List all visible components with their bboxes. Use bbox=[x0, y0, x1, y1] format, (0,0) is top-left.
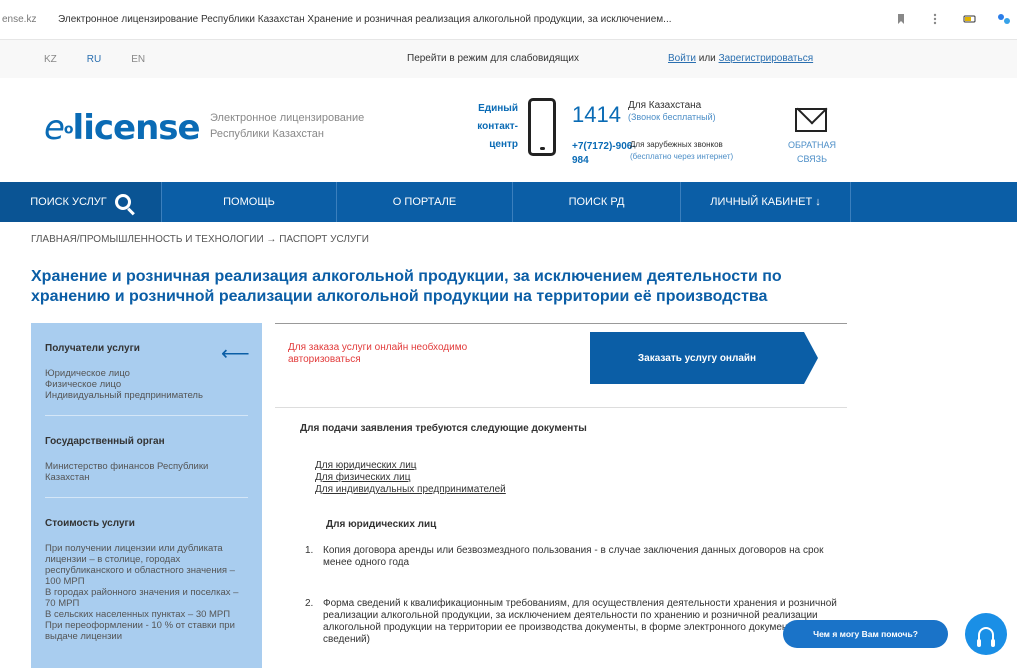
auth-links: Войти или Зарегистрироваться bbox=[668, 53, 813, 64]
cost-text: При получении лицензии или дубликата лиц… bbox=[45, 543, 239, 642]
help-chat-bubble[interactable]: Чем я могу Вам помочь? bbox=[783, 620, 948, 648]
lang-kz[interactable]: KZ bbox=[44, 54, 57, 65]
browser-icons bbox=[895, 12, 1010, 25]
cost-title: Стоимость услуги bbox=[45, 518, 135, 529]
requirement-text: Форма сведений к квалификационным требов… bbox=[323, 598, 837, 645]
main-nav: ПОИСК УСЛУГ ПОМОЩЬ О ПОРТАЛЕ ПОИСК РД ЛИ… bbox=[0, 182, 1017, 222]
requirement-item: 1. Копия договора аренды или безвозмездн… bbox=[305, 545, 850, 569]
requirement-num: 1. bbox=[305, 545, 314, 556]
register-link[interactable]: Зарегистрироваться bbox=[719, 53, 814, 64]
bookmark-icon[interactable] bbox=[895, 12, 907, 24]
nav-search-services[interactable]: ПОИСК УСЛУГ bbox=[0, 182, 162, 222]
browser-tab-bar: ense.kz Электронное лицензирование Респу… bbox=[0, 0, 1017, 40]
nav-cabinet[interactable]: ЛИЧНЫЙ КАБИНЕТ ↓ bbox=[681, 182, 851, 222]
phone-intl-label: Для зарубежных звонков bbox=[630, 140, 723, 149]
feedback-link[interactable]: ОБРАТНАЯ СВЯЗЬ bbox=[786, 138, 838, 166]
help-chat-button[interactable] bbox=[965, 613, 1007, 655]
tab-title[interactable]: Электронное лицензирование Республики Ка… bbox=[58, 14, 838, 25]
recipients-block: Получатели услуги Юридическое лицо Физич… bbox=[45, 323, 248, 416]
or-text: или bbox=[698, 53, 716, 64]
mail-icon[interactable] bbox=[795, 108, 827, 132]
requirement-num: 2. bbox=[305, 598, 314, 609]
top-utility-row: KZ RU EN Перейти в режим для слабовидящи… bbox=[0, 40, 1017, 78]
agency-title: Государственный орган bbox=[45, 436, 165, 447]
divider bbox=[275, 407, 847, 408]
phone-intl-number[interactable]: +7(7172)-906-984 bbox=[572, 140, 636, 168]
doc-link-legal[interactable]: Для юридических лиц bbox=[315, 460, 506, 472]
url-host[interactable]: ense.kz bbox=[2, 14, 58, 25]
menu-dots-icon[interactable] bbox=[929, 12, 941, 25]
battery-icon[interactable] bbox=[963, 12, 976, 24]
auth-required-note: Для заказа услуги онлайн необходимо авто… bbox=[288, 342, 468, 365]
cost-block: Стоимость услуги При получении лицензии … bbox=[45, 498, 248, 656]
recipients-text: Юридическое лицо Физическое лицо Индивид… bbox=[45, 368, 203, 401]
phone-icon bbox=[528, 98, 556, 156]
contact-center-label: Единый контакт-центр bbox=[477, 103, 518, 150]
lang-ru[interactable]: RU bbox=[87, 54, 101, 65]
nav-search-rd[interactable]: ПОИСК РД bbox=[513, 182, 681, 222]
extension-icon[interactable] bbox=[997, 12, 1010, 24]
recipients-title: Получатели услуги bbox=[45, 343, 140, 354]
arrow-left-icon[interactable]: ⟵ bbox=[221, 341, 250, 366]
docs-title: Для подачи заявления требуются следующие… bbox=[300, 423, 587, 434]
phone-short-sub: (Звонок бесплатный) bbox=[628, 112, 716, 122]
phone-short-label: Для Казахстана bbox=[628, 100, 702, 111]
agency-text: Министерство финансов Республики Казахст… bbox=[45, 461, 209, 483]
accessibility-mode-link[interactable]: Перейти в режим для слабовидящих bbox=[407, 53, 579, 64]
divider bbox=[275, 323, 847, 324]
page-title: Хранение и розничная реализация алкоголь… bbox=[31, 268, 782, 305]
search-icon bbox=[114, 194, 131, 210]
agency-block: Государственный орган Министерство финан… bbox=[45, 416, 248, 498]
logo[interactable]: eolicense bbox=[44, 108, 201, 148]
nav-help[interactable]: ПОМОЩЬ bbox=[162, 182, 337, 222]
login-link[interactable]: Войти bbox=[668, 53, 696, 64]
section-title: Для юридических лиц bbox=[326, 519, 437, 530]
doc-links: Для юридических лиц Для физических лиц Д… bbox=[315, 460, 506, 496]
nav-about[interactable]: О ПОРТАЛЕ bbox=[337, 182, 513, 222]
lang-en[interactable]: EN bbox=[131, 54, 145, 65]
service-sidebar: ⟵ Получатели услуги Юридическое лицо Физ… bbox=[31, 323, 262, 668]
requirement-text: Копия договора аренды или безвозмездного… bbox=[323, 545, 824, 568]
logo-subtitle: Электронное лицензирование Республики Ка… bbox=[210, 112, 365, 140]
doc-link-entrepreneurs[interactable]: Для индивидуальных предпринимателей bbox=[315, 484, 506, 496]
requirement-item: 2. Форма сведений к квалификационным тре… bbox=[305, 598, 850, 646]
order-online-button[interactable]: Заказать услугу онлайн bbox=[590, 332, 818, 384]
nav-label: ПОИСК УСЛУГ bbox=[30, 196, 107, 208]
phone-intl-sub: (бесплатно через интернет) bbox=[630, 152, 734, 161]
headset-icon bbox=[977, 627, 995, 647]
site-header: eolicense Электронное лицензирование Рес… bbox=[0, 78, 1017, 182]
phone-short-number[interactable]: 1414 bbox=[572, 102, 621, 128]
doc-link-individuals[interactable]: Для физических лиц bbox=[315, 472, 506, 484]
breadcrumb[interactable]: ГЛАВНАЯ/ПРОМЫШЛЕННОСТЬ И ТЕХНОЛОГИИ → ПА… bbox=[31, 234, 369, 245]
